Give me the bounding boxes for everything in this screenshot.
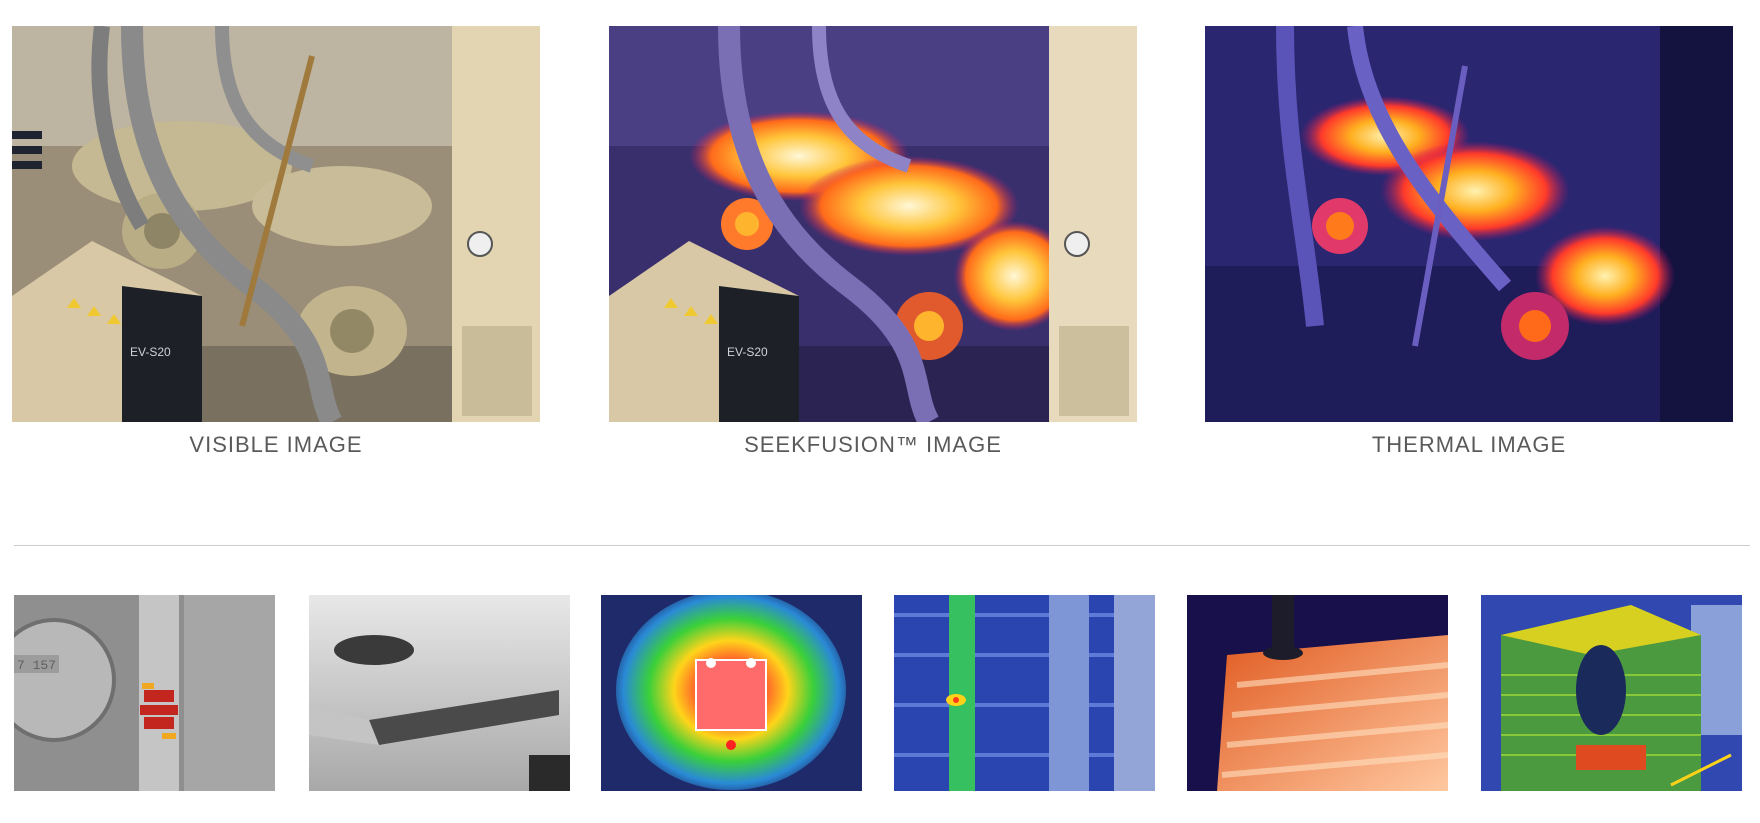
caption-visible-image: VISIBLE IMAGE	[189, 432, 363, 457]
visible-image: EV-S20	[12, 26, 540, 422]
thumbnail-ceiling-vent[interactable]	[309, 595, 570, 791]
thumbnail-electric-meter[interactable]: 7 157	[14, 595, 275, 791]
thumbnail-radiant-floor[interactable]	[1187, 595, 1448, 791]
device-label: EV-S20	[727, 345, 768, 359]
seekfusion-image: EV-S20	[609, 26, 1137, 422]
caption-thermal-image: THERMAL IMAGE	[1371, 432, 1567, 457]
section-divider	[14, 545, 1750, 546]
caption-seekfusion-image: SEEKFUSION™ IMAGE	[744, 432, 1002, 457]
thermal-image	[1205, 26, 1733, 422]
meter-readout: 7 157	[17, 658, 56, 673]
thumbnail-wall-outlet[interactable]	[601, 595, 862, 791]
device-label: EV-S20	[130, 345, 171, 359]
thumbnail-ac-condenser[interactable]	[1481, 595, 1742, 791]
thumbnail-warehouse-pipes[interactable]	[894, 595, 1155, 791]
